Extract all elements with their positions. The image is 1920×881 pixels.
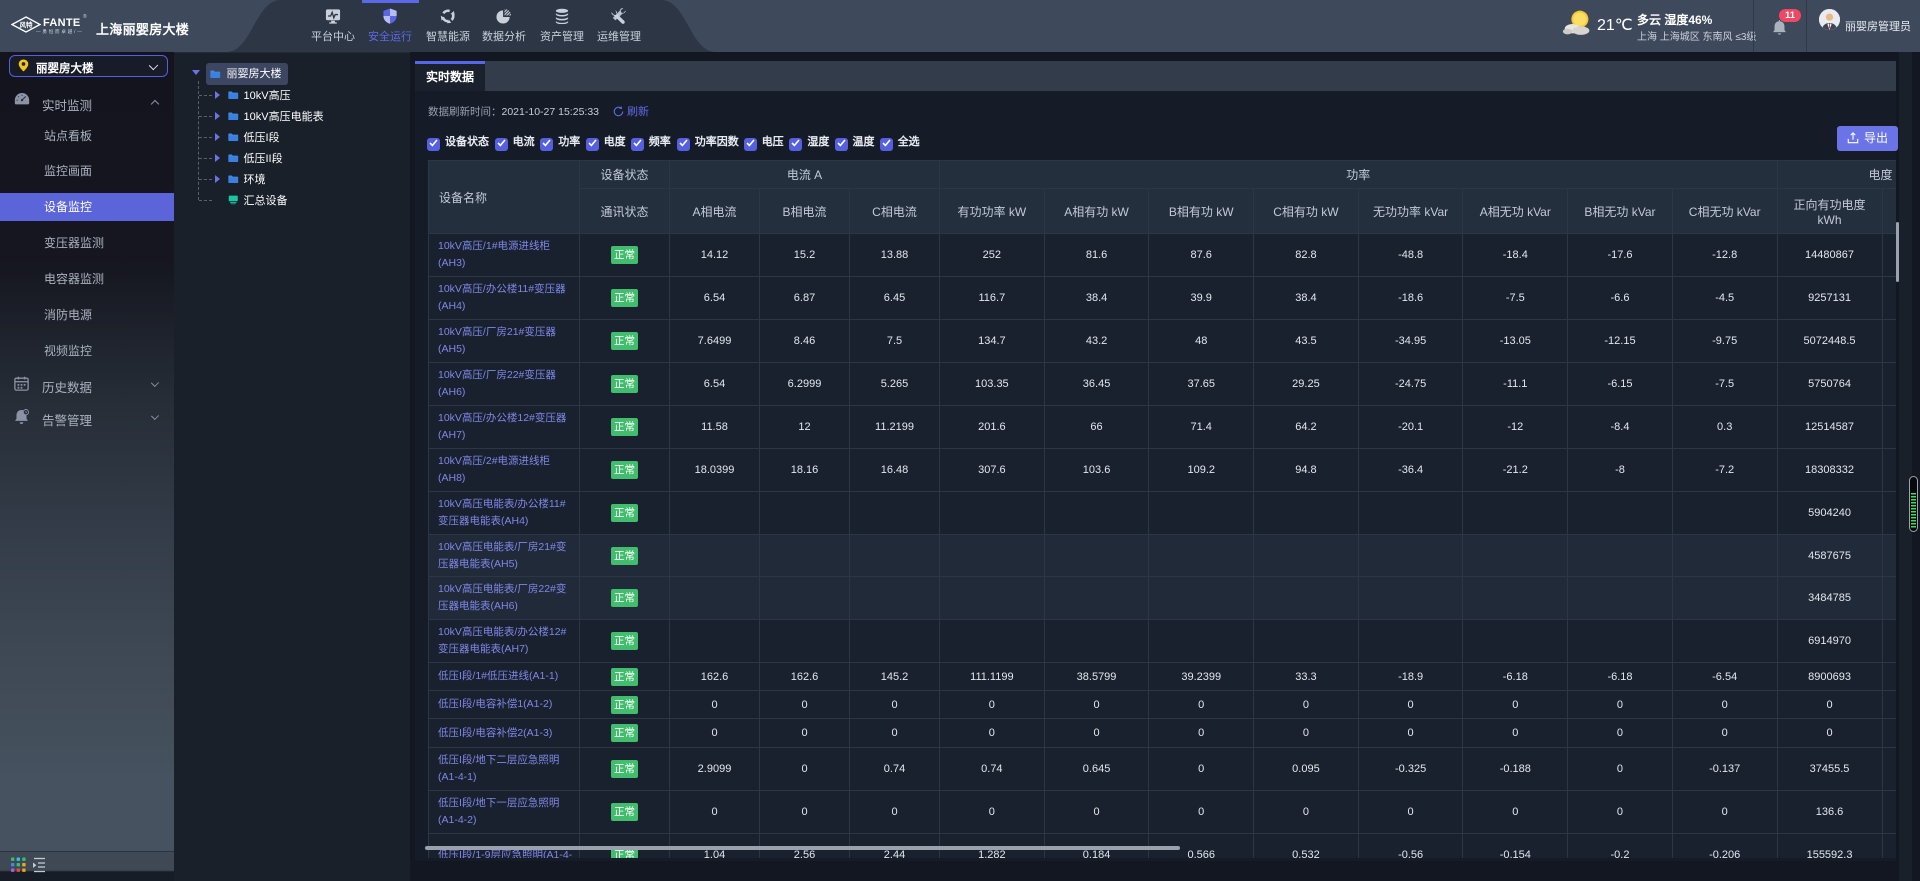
svg-text:风特: 风特 xyxy=(20,20,34,29)
